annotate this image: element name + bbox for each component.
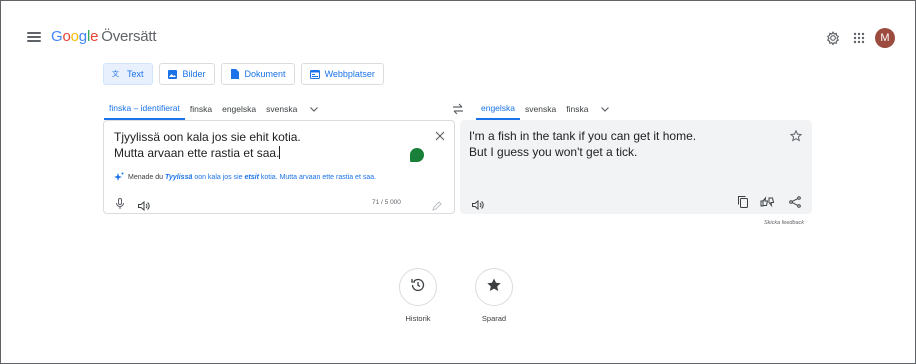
source-text-panel: Tjyylissä oon kala jos sie ehit kotia. M… [103,120,455,214]
tab-label: Text [127,69,144,79]
chevron-down-icon[interactable] [308,98,320,120]
translate-icon: 文 [112,69,122,79]
target-line-1: I'm a fish in the tank if you can get it… [469,129,697,143]
tab-text[interactable]: 文 Text [103,63,153,85]
apps-grid-icon[interactable] [850,29,868,47]
suggestion-word-2: etsit [244,173,259,181]
tab-documents[interactable]: Dokument [220,63,295,85]
chevron-down-icon[interactable] [599,98,611,120]
history-button[interactable] [399,268,437,306]
history-icon [410,277,426,298]
extension-badge-icon[interactable] [410,148,424,162]
sparkle-icon [114,172,124,182]
microphone-icon[interactable] [116,197,126,209]
save-star-icon[interactable] [789,129,803,142]
target-language-bar: engelska svenska finska [476,98,611,120]
target-lang-swedish[interactable]: svenska [520,98,561,120]
image-icon [168,69,178,79]
suggestion-end: kotia. Mutta arvaan ette rastia et saa. [260,173,377,181]
source-textarea[interactable]: Tjyylissä oon kala jos sie ehit kotia. M… [114,129,414,161]
tab-images[interactable]: Bilder [158,63,215,85]
text-caret [279,146,281,159]
rate-translation-icon[interactable] [760,195,776,208]
product-name: Översätt [101,28,157,45]
listen-speaker-icon[interactable] [138,198,150,212]
target-lang-finnish[interactable]: finska [561,98,593,120]
suggestion-middle: oon kala jos sie [194,173,243,181]
copy-icon[interactable] [737,195,749,208]
document-icon [230,69,240,79]
translation-panel: I'm a fish in the tank if you can get it… [460,120,812,214]
tab-label: Webbplatser [324,69,375,79]
account-avatar[interactable]: M [875,28,895,48]
source-language-bar: finska – identifierat finska engelska sv… [104,98,320,120]
svg-text:文: 文 [112,69,119,78]
share-icon[interactable] [789,195,801,208]
source-lang-detected[interactable]: finska – identifierat [104,98,185,120]
source-line-2: Mutta arvaan ette rastia et saa. [114,146,280,160]
send-feedback-link[interactable]: Skicka feedback [764,220,804,226]
swap-languages-icon[interactable] [452,102,464,115]
source-lang-english[interactable]: engelska [217,98,261,120]
tab-websites[interactable]: Webbplatser [300,63,384,85]
clear-source-icon[interactable] [434,129,446,141]
saved-label: Sparad [481,314,507,323]
handwriting-pen-icon[interactable] [432,198,442,211]
star-icon [486,277,502,298]
tab-label: Dokument [244,69,286,79]
source-lang-swedish[interactable]: svenska [261,98,302,120]
translation-output: I'm a fish in the tank if you can get it… [469,128,769,160]
character-count: 71 / 5 000 [372,199,401,206]
translate-window: GoogleÖversätt M 文 Text Bilder Dokument [0,0,916,364]
saved-button[interactable] [475,268,513,306]
listen-speaker-icon[interactable] [472,197,484,211]
tab-label: Bilder [182,69,206,79]
main-menu-icon[interactable] [27,32,41,42]
target-line-2: But I guess you won't get a tick. [469,145,638,159]
spelling-suggestion[interactable]: Menade du Tyylissä oon kala jos sie etsi… [114,172,376,182]
website-icon [309,69,320,79]
suggestion-prefix: Menade du [128,173,164,181]
settings-gear-icon[interactable] [824,29,842,47]
suggestion-word-1: Tyylissä [164,173,193,181]
mode-tabs: 文 Text Bilder Dokument Webbplatser [103,63,384,85]
target-lang-english[interactable]: engelska [476,98,521,120]
history-label: Historik [405,314,431,323]
source-line-1: Tjyylissä oon kala jos sie ehit kotia. [114,130,301,144]
header: Google Översätt M [1,1,915,65]
app-logo[interactable]: Google Översätt [51,28,157,45]
source-lang-finnish[interactable]: finska [185,98,217,120]
